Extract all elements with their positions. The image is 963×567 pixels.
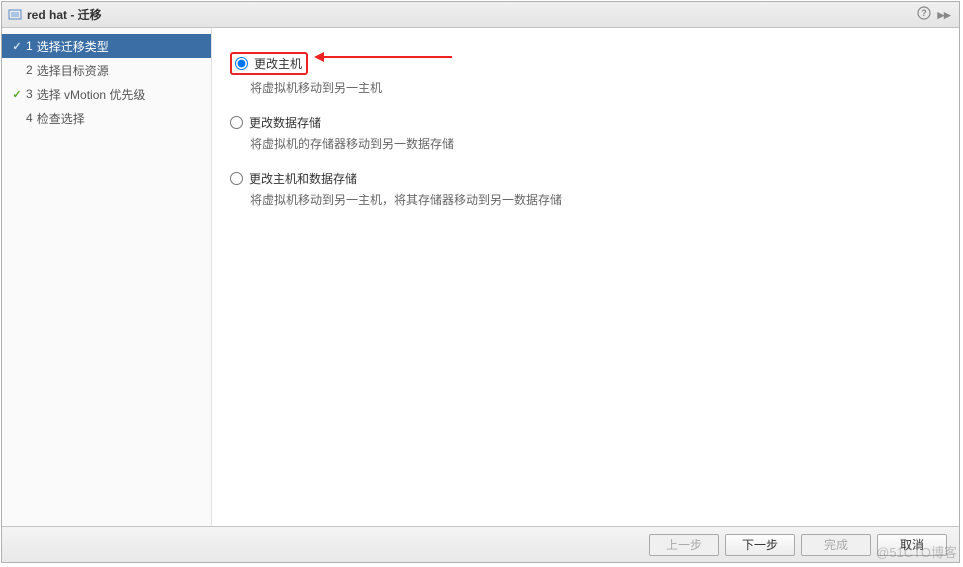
annotation-arrow: [322, 56, 452, 58]
step-num: 3: [26, 87, 33, 101]
step-target-resource[interactable]: ✓ 2 选择目标资源: [2, 58, 211, 82]
option-change-datastore: 更改数据存储 将虚拟机的存储器移动到另一数据存储: [230, 114, 941, 152]
cancel-button[interactable]: 取消: [877, 534, 947, 556]
expand-icon[interactable]: ▸▸: [935, 6, 953, 24]
option-label: 更改主机和数据存储: [249, 170, 357, 187]
check-icon: ✓: [10, 88, 24, 101]
dialog-title: red hat - 迁移: [27, 6, 102, 23]
finish-button[interactable]: 完成: [801, 534, 871, 556]
wizard-sidebar: ✓ 1 选择迁移类型 ✓ 2 选择目标资源 ✓ 3 选择 vMotion 优先级…: [2, 28, 212, 526]
highlight-box: 更改主机: [230, 52, 308, 75]
check-icon: ✓: [10, 40, 24, 53]
option-label: 更改数据存储: [249, 114, 321, 131]
radio-change-host[interactable]: [235, 57, 248, 70]
content-area: ✓ 1 选择迁移类型 ✓ 2 选择目标资源 ✓ 3 选择 vMotion 优先级…: [2, 28, 959, 526]
footer: 上一步 下一步 完成 取消: [2, 526, 959, 562]
option-label: 更改主机: [254, 55, 302, 72]
step-label: 检查选择: [37, 110, 85, 127]
step-num: 4: [26, 111, 33, 125]
vm-icon: [8, 8, 22, 22]
option-change-host: 更改主机 将虚拟机移动到另一主机: [230, 52, 941, 96]
back-button[interactable]: 上一步: [649, 534, 719, 556]
step-vmotion-priority[interactable]: ✓ 3 选择 vMotion 优先级: [2, 82, 211, 106]
step-migration-type[interactable]: ✓ 1 选择迁移类型: [2, 34, 211, 58]
svg-text:?: ?: [921, 8, 927, 18]
step-label: 选择目标资源: [37, 62, 109, 79]
next-button[interactable]: 下一步: [725, 534, 795, 556]
radio-change-both[interactable]: [230, 172, 243, 185]
step-review[interactable]: ✓ 4 检查选择: [2, 106, 211, 130]
step-label: 选择迁移类型: [37, 38, 109, 55]
titlebar: red hat - 迁移 ? ▸▸: [2, 2, 959, 28]
radio-change-datastore[interactable]: [230, 116, 243, 129]
option-desc: 将虚拟机的存储器移动到另一数据存储: [250, 135, 941, 152]
migration-dialog: red hat - 迁移 ? ▸▸ ✓ 1 选择迁移类型 ✓ 2 选择目标资源 …: [1, 1, 960, 563]
option-desc: 将虚拟机移动到另一主机: [250, 79, 941, 96]
option-change-both: 更改主机和数据存储 将虚拟机移动到另一主机，将其存储器移动到另一数据存储: [230, 170, 941, 208]
step-num: 1: [26, 39, 33, 53]
step-label: 选择 vMotion 优先级: [37, 86, 146, 103]
main-panel: 更改主机 将虚拟机移动到另一主机 更改数据存储 将虚拟机的存储器移动到另一数据存…: [212, 28, 959, 526]
help-icon[interactable]: ?: [915, 6, 933, 24]
option-desc: 将虚拟机移动到另一主机，将其存储器移动到另一数据存储: [250, 191, 941, 208]
step-num: 2: [26, 63, 33, 77]
